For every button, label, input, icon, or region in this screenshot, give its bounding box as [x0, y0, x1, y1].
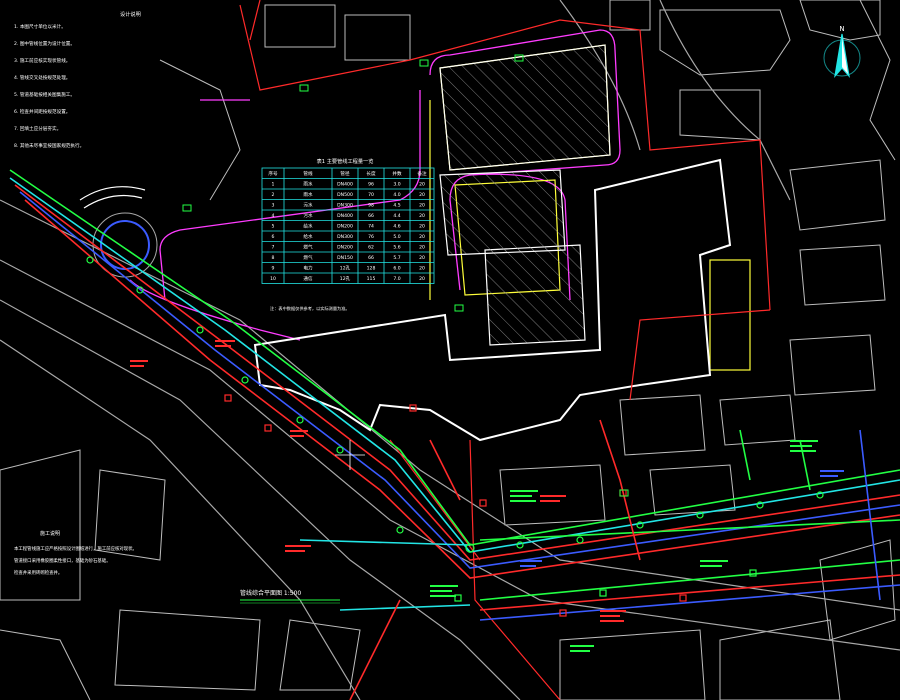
table-cell: 20: [419, 234, 425, 240]
table-cell: 20: [419, 203, 425, 209]
table-cell: 4.0: [393, 192, 400, 198]
table-cell: 20: [419, 224, 425, 230]
table-cell: 128: [367, 266, 376, 272]
table-cell: 2: [272, 192, 275, 198]
table-cell: 5.6: [393, 245, 400, 251]
table-cell: 7.0: [393, 276, 400, 282]
table-cell: 4: [272, 213, 275, 219]
note-line: 8. 其他未尽事宜按国家规范执行。: [14, 142, 84, 149]
note-line: 1. 本图尺寸单位以米计。: [14, 23, 66, 30]
table-cell: 雨水: [303, 191, 313, 198]
table-cell: 1: [272, 182, 275, 188]
table-cell: 5: [272, 224, 275, 230]
table-cell: 给水: [303, 223, 313, 230]
table-header-cell: 井数: [392, 170, 402, 177]
table-cell: 6.0: [393, 266, 400, 272]
table-cell: 4.4: [393, 213, 400, 219]
table-cell: 8: [272, 255, 275, 261]
bottom-note-line: 本工程管线施工应严格按照设计图纸进行，施工前应核对现状。: [14, 545, 137, 552]
note-line: 3. 施工前应核实现状管线。: [14, 57, 70, 64]
table-header-cell: 管径: [340, 170, 350, 177]
table-cell: 20: [419, 255, 425, 261]
bottom-note-title: 施工说明: [40, 530, 60, 537]
table-cell: 20: [419, 266, 425, 272]
note-line: 4. 管线交叉处按规范处理。: [14, 74, 70, 81]
table-cell: 66: [368, 213, 374, 219]
table-cell: 污水: [303, 202, 313, 209]
table-cell: DN150: [337, 255, 353, 261]
table-cell: 20: [419, 192, 425, 198]
table-cell: 5.0: [393, 234, 400, 240]
table-cell: 6: [272, 234, 275, 240]
table-cell: 20: [419, 245, 425, 251]
table-cell: 12孔: [340, 275, 351, 282]
table-cell: 燃气: [303, 254, 313, 261]
cad-drawing-canvas[interactable]: 表1 主要管线工程量一览 序号 管线 管径 长度 井数 备注1 雨水 DN400 96 3.0 20…: [0, 0, 900, 700]
table-cell: 62: [368, 245, 374, 251]
notes-title: 设计说明: [120, 10, 141, 18]
table-cell: DN300: [337, 203, 353, 209]
table-header-cell: 长度: [366, 170, 376, 177]
bottom-note-line: 管道接口采用橡胶圈柔性接口，基础为砂石基础。: [14, 557, 111, 564]
table-cell: 污水: [303, 212, 313, 219]
table-cell: 3.0: [393, 182, 400, 188]
hatched-building: [484, 244, 586, 346]
table-title: 表1 主要管线工程量一览: [317, 157, 374, 165]
table-cell: 3: [272, 203, 275, 209]
table-cell: 5.7: [393, 255, 400, 261]
hatched-building: [439, 169, 566, 256]
table-cell: 70: [368, 192, 374, 198]
north-label: N: [839, 25, 844, 33]
note-line: 5. 管道基础按相关图集施工。: [14, 91, 75, 98]
note-line: 2. 图中管线位置为设计位置。: [14, 40, 75, 47]
table-cell: 4.6: [393, 224, 400, 230]
table-cell: 7: [272, 245, 275, 251]
table-cell: DN200: [337, 245, 353, 251]
plan-title: 管线综合平面图 1:500: [240, 589, 301, 597]
table-cell: DN200: [337, 224, 353, 230]
table-cell: 电力: [303, 265, 313, 272]
table-header-cell: 管线: [303, 170, 313, 177]
table-cell: 98: [368, 203, 374, 209]
table-cell: 12孔: [340, 265, 351, 272]
table-cell: 9: [272, 266, 275, 272]
table-cell: 4.5: [393, 203, 400, 209]
table-cell: 雨水: [303, 181, 313, 188]
table-cell: 给水: [303, 233, 313, 240]
table-cell: DN400: [337, 213, 353, 219]
table-cell: DN500: [337, 192, 353, 198]
table-cell: 96: [368, 182, 374, 188]
table-cell: 通信: [303, 275, 313, 282]
table-cell: 20: [419, 182, 425, 188]
bottom-note-line: 检查井采用砖砌检查井。: [14, 569, 62, 576]
note-line: 7. 回填土应分层夯实。: [14, 125, 61, 132]
table-footnote: 注：表中数据仅供参考，以实际测量为准。: [270, 305, 350, 312]
table-header-cell: 备注: [417, 170, 427, 177]
table-cell: DN300: [337, 234, 353, 240]
table-cell: 10: [270, 276, 276, 282]
table-cell: 20: [419, 213, 425, 219]
table-cell: 20: [419, 276, 425, 282]
table-header-cell: 序号: [268, 170, 278, 177]
note-line: 6. 检查井间距按规范设置。: [14, 108, 70, 115]
table-cell: 燃气: [303, 244, 313, 251]
table-cell: 115: [367, 276, 376, 282]
table-cell: 76: [368, 234, 374, 240]
table-cell: 74: [368, 224, 374, 230]
table-cell: 66: [368, 255, 374, 261]
table-cell: DN400: [337, 182, 353, 188]
